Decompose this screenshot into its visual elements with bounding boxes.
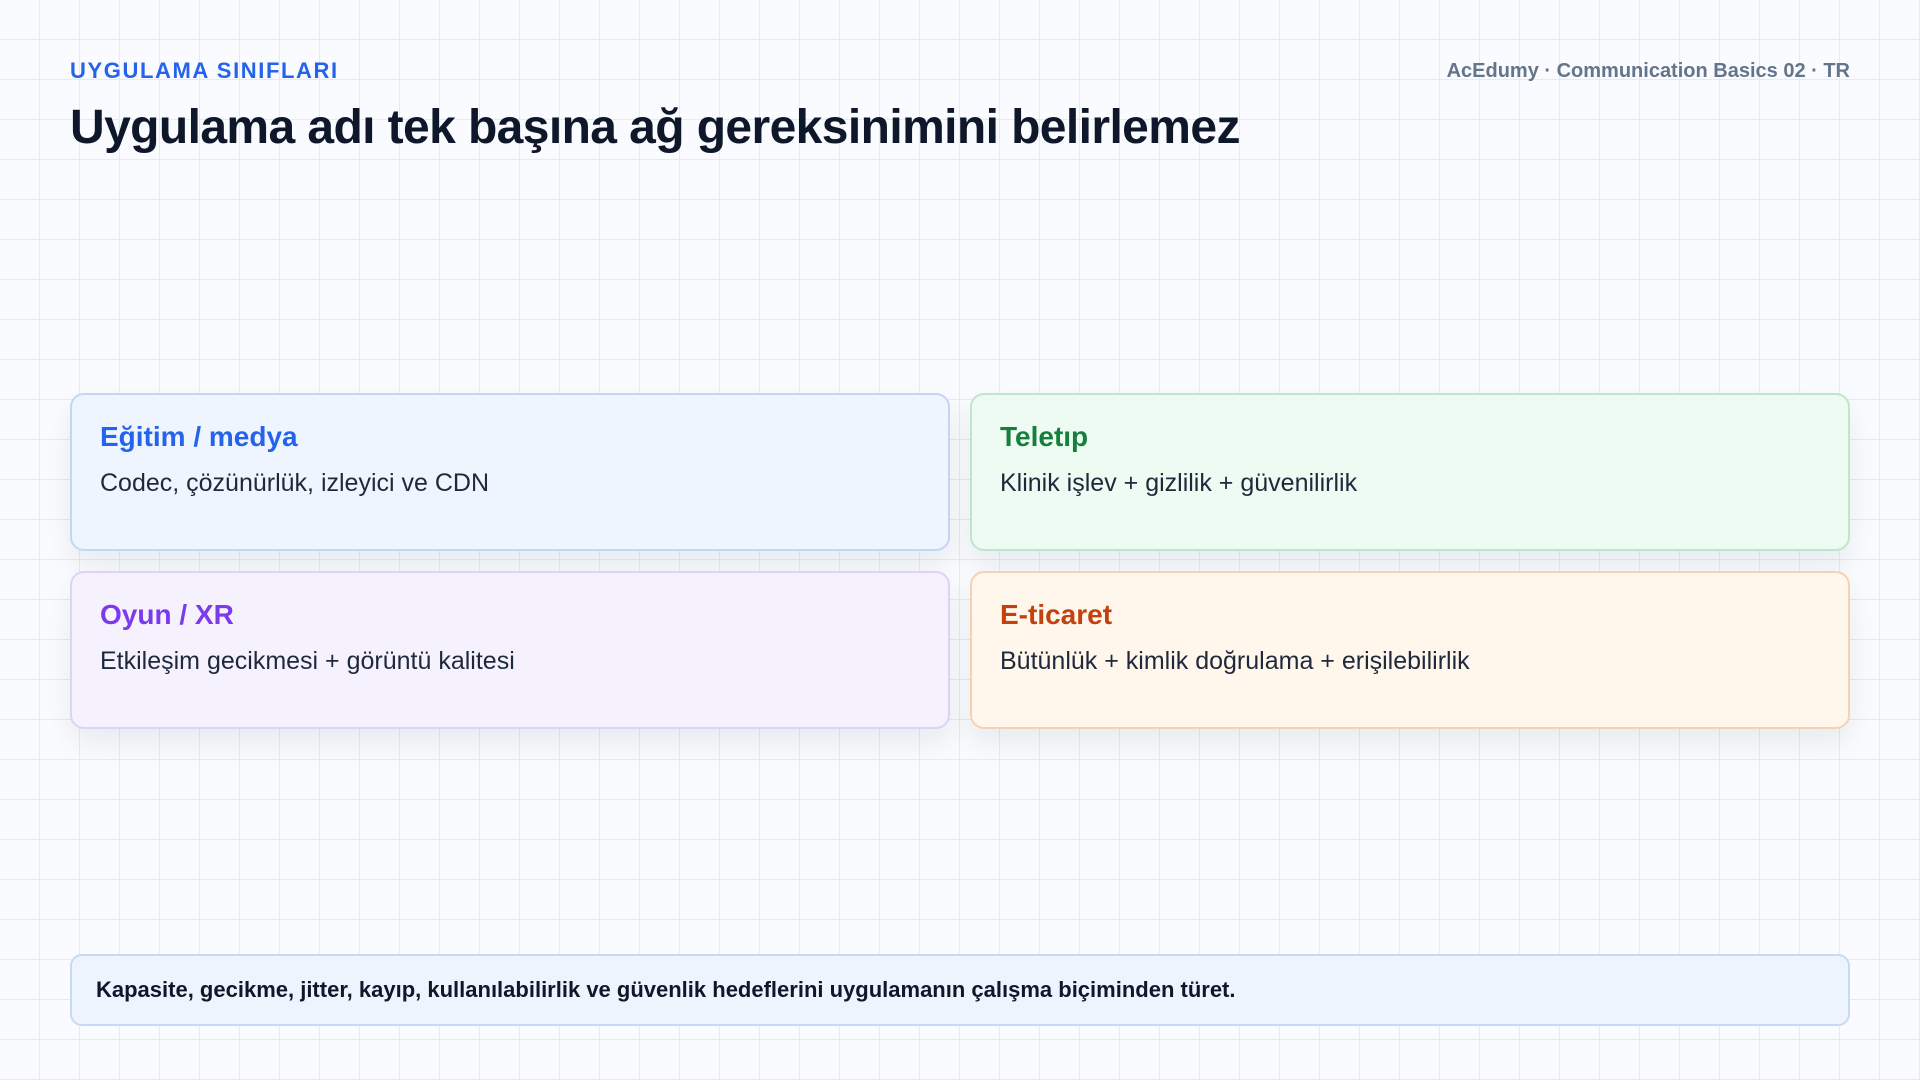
summary-callout: Kapasite, gecikme, jitter, kayıp, kullan… [70,954,1850,1026]
summary-text: Kapasite, gecikme, jitter, kayıp, kullan… [96,977,1236,1002]
application-class-grid: Eğitim / medya Codec, çözünürlük, izleyi… [70,393,1850,729]
card-title: E-ticaret [1000,599,1113,630]
card-e-commerce: E-ticaret Bütünlük + kimlik doğrulama + … [970,571,1850,729]
card-description: Codec, çözünürlük, izleyici ve CDN [100,469,490,497]
card-telemedicine: Teletıp Klinik işlev + gizlilik + güveni… [970,393,1850,551]
card-title: Oyun / XR [100,599,234,630]
card-description: Klinik işlev + gizlilik + güvenilirlik [1000,469,1358,497]
card-title: Eğitim / medya [100,421,298,452]
brand-label: AcEdumy · Communication Basics 02 · TR [1446,60,1850,82]
section-kicker: UYGULAMA SINIFLARI [70,58,339,83]
page-title: Uygulama adı tek başına ağ gereksinimini… [70,101,1240,154]
card-description: Bütünlük + kimlik doğrulama + erişilebil… [1000,647,1470,675]
card-education-media: Eğitim / medya Codec, çözünürlük, izleyi… [70,393,950,551]
card-title: Teletıp [1000,421,1089,452]
card-gaming-xr: Oyun / XR Etkileşim gecikmesi + görüntü … [70,571,950,729]
card-description: Etkileşim gecikmesi + görüntü kalitesi [100,647,515,675]
